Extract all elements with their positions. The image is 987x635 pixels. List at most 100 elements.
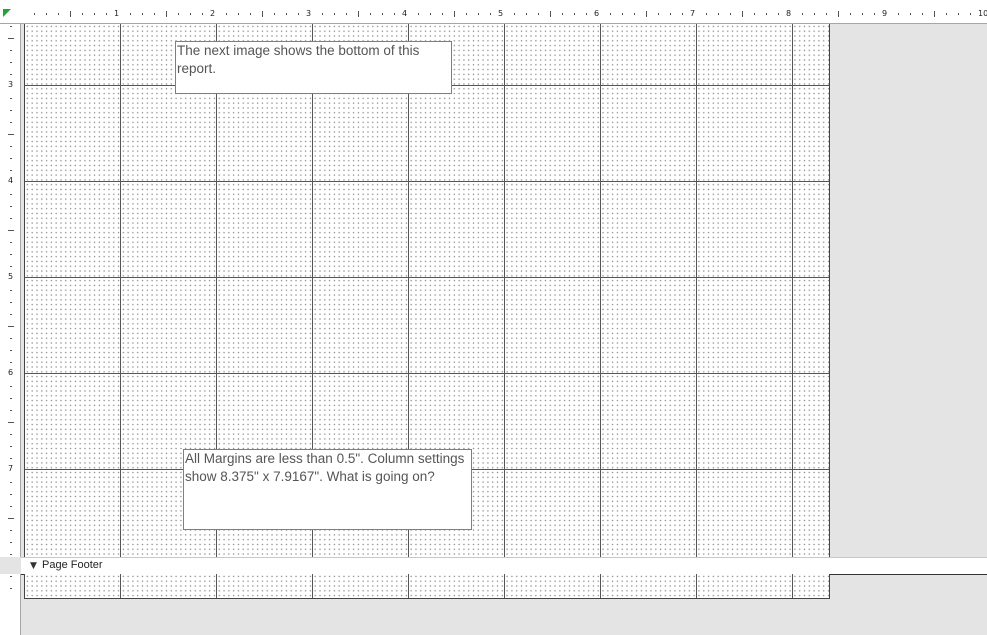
- ruler-tick: [142, 13, 143, 15]
- ruler-tick: [10, 62, 12, 63]
- ruler-tick: [418, 13, 419, 15]
- ruler-tick: [946, 13, 947, 15]
- ruler-tick: [10, 98, 12, 99]
- ruler-tick: [298, 13, 299, 15]
- ruler-tick: [106, 13, 107, 15]
- ruler-tick: [10, 206, 12, 207]
- ruler-tick: [934, 11, 935, 17]
- ruler-number: 6: [594, 9, 600, 18]
- textbox-note-bottom[interactable]: The next image shows the bottom of this …: [175, 41, 452, 94]
- ruler-tick: [742, 11, 743, 17]
- ruler-tick: [10, 458, 12, 459]
- page-footer-section-bar[interactable]: ▼ Page Footer: [21, 557, 987, 575]
- ruler-tick: [610, 13, 611, 15]
- ruler-tick: [970, 13, 971, 15]
- ruler-tick: [490, 13, 491, 15]
- ruler-tick: [82, 13, 83, 15]
- ruler-tick: [8, 134, 14, 135]
- ruler-tick: [166, 11, 167, 17]
- ruler-tick: [8, 326, 14, 327]
- horizontal-ruler[interactable]: 1 2 3 4 5 6 7 8 9 10: [0, 0, 987, 24]
- ruler-tick: [10, 434, 12, 435]
- ruler-number: 3: [306, 9, 312, 18]
- ruler-tick: [10, 398, 12, 399]
- arrow-down-icon[interactable]: ▼: [30, 561, 37, 571]
- ruler-number: 8: [786, 9, 792, 18]
- ruler-tick: [670, 13, 671, 15]
- ruler-tick: [10, 554, 12, 555]
- vertical-ruler-footer[interactable]: [0, 574, 21, 635]
- ruler-tick: [346, 13, 347, 15]
- ruler-tick: [10, 74, 12, 75]
- ruler-tick: [10, 254, 12, 255]
- ruler-tick: [334, 13, 335, 15]
- ruler-tick: [10, 446, 12, 447]
- ruler-tick: [862, 13, 863, 15]
- ruler-tick: [574, 13, 575, 15]
- ruler-tick: [286, 13, 287, 15]
- ruler-tick: [178, 13, 179, 15]
- ruler-tick: [10, 542, 12, 543]
- ruler-number: 3: [8, 80, 14, 89]
- vertical-ruler[interactable]: 3 4 5 6 7: [0, 24, 21, 557]
- report-selector-icon[interactable]: [3, 9, 11, 17]
- page-footer-section-grid[interactable]: [24, 574, 830, 599]
- ruler-tick: [826, 13, 827, 15]
- ruler-tick: [538, 13, 539, 15]
- ruler-tick: [10, 26, 12, 27]
- ruler-tick: [202, 13, 203, 15]
- ruler-tick: [10, 158, 12, 159]
- ruler-tick: [10, 482, 12, 483]
- ruler-number: 7: [690, 9, 696, 18]
- ruler-tick: [250, 13, 251, 15]
- ruler-tick: [190, 13, 191, 15]
- ruler-tick: [10, 266, 12, 267]
- ruler-tick: [8, 230, 14, 231]
- ruler-tick: [34, 13, 35, 15]
- ruler-tick: [514, 13, 515, 15]
- ruler-tick: [562, 13, 563, 15]
- ruler-tick: [634, 13, 635, 15]
- ruler-tick: [10, 386, 12, 387]
- ruler-tick: [8, 38, 14, 39]
- ruler-tick: [10, 110, 12, 111]
- ruler-corner[interactable]: [0, 4, 20, 23]
- ruler-tick: [658, 13, 659, 15]
- ruler-number: 7: [8, 464, 14, 473]
- ruler-tick: [802, 13, 803, 15]
- ruler-tick: [478, 13, 479, 15]
- textbox-margins-question[interactable]: All Margins are less than 0.5". Column s…: [183, 449, 472, 530]
- ruler-tick: [874, 13, 875, 15]
- ruler-tick: [154, 13, 155, 15]
- ruler-tick: [130, 13, 131, 15]
- ruler-tick: [814, 13, 815, 15]
- ruler-tick: [442, 13, 443, 15]
- ruler-tick: [622, 13, 623, 15]
- ruler-tick: [838, 11, 839, 17]
- ruler-tick: [850, 13, 851, 15]
- ruler-tick: [910, 13, 911, 15]
- ruler-tick: [898, 13, 899, 15]
- ruler-tick: [10, 122, 12, 123]
- ruler-number: 5: [8, 272, 14, 281]
- ruler-tick: [10, 338, 12, 339]
- ruler-tick: [8, 422, 14, 423]
- ruler-tick: [10, 494, 12, 495]
- ruler-tick: [706, 13, 707, 15]
- ruler-tick: [322, 13, 323, 15]
- ruler-tick: [754, 13, 755, 15]
- ruler-tick: [526, 13, 527, 15]
- ruler-tick: [718, 13, 719, 15]
- ruler-number: 6: [8, 368, 14, 377]
- ruler-tick: [550, 11, 551, 17]
- ruler-tick: [454, 11, 455, 17]
- ruler-tick: [8, 518, 14, 519]
- ruler-tick: [586, 13, 587, 15]
- ruler-tick: [10, 314, 12, 315]
- ruler-number: 9: [882, 9, 888, 18]
- ruler-tick: [10, 362, 12, 363]
- ruler-tick: [958, 13, 959, 15]
- page-footer-label: Page Footer: [42, 559, 103, 571]
- ruler-tick: [226, 13, 227, 15]
- ruler-tick: [358, 11, 359, 17]
